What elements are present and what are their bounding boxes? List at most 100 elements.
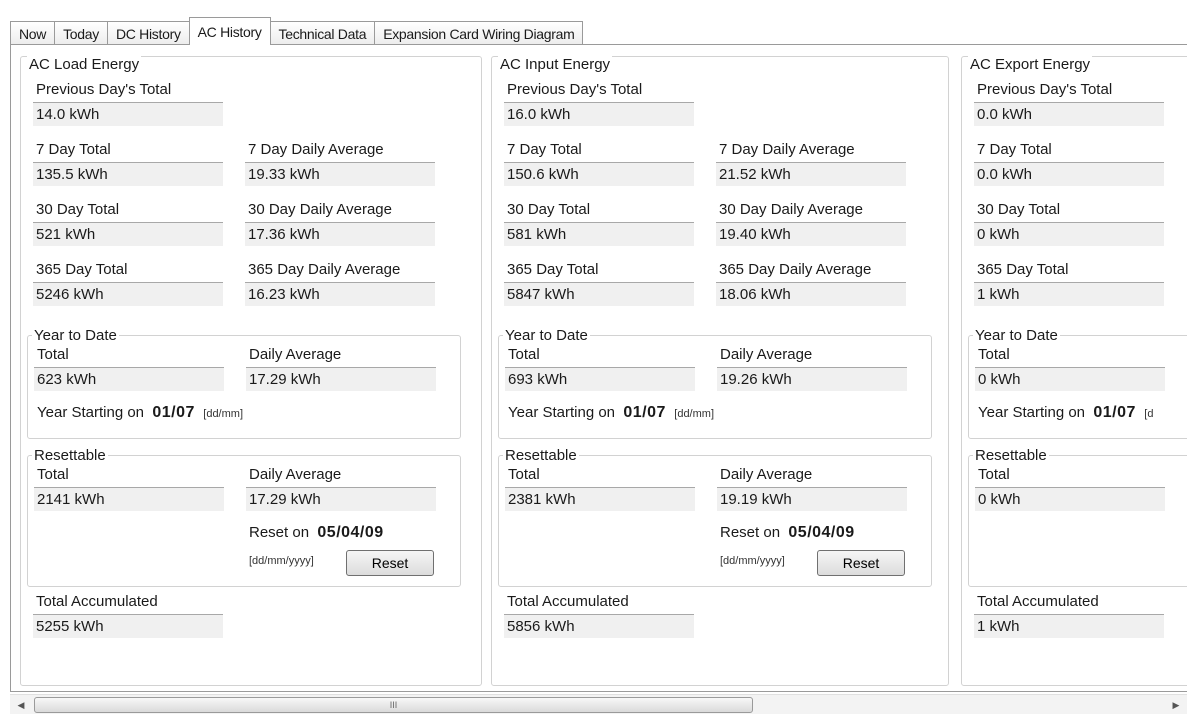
total-accumulated-label: Total Accumulated xyxy=(507,593,629,610)
tab-today[interactable]: Today xyxy=(54,21,108,45)
reset-on: Reset on 05/04/09 xyxy=(720,524,855,542)
resettable-total-value: 2381 kWh xyxy=(505,487,695,511)
year-starting-label: Year Starting on xyxy=(508,404,616,421)
year-day-total-label: 365 Day Total xyxy=(36,261,128,278)
thirty-day-total-value: 581 kWh xyxy=(504,222,694,246)
resettable-total-label: Total xyxy=(37,466,69,483)
tab-dc-history[interactable]: DC History xyxy=(106,21,190,45)
year-to-date-group: Year to Date Total 623 kWh Daily Average… xyxy=(27,327,461,439)
year-day-total-label: 365 Day Total xyxy=(977,261,1069,278)
resettable-average-value: 19.19 kWh xyxy=(717,487,907,511)
reset-button[interactable]: Reset xyxy=(817,550,905,576)
resettable-total-label: Total xyxy=(508,466,540,483)
year-to-date-group: Year to Date Total 693 kWh Daily Average… xyxy=(498,327,932,439)
year-starting-format: [d xyxy=(1144,408,1154,420)
seven-day-total-value: 0.0 kWh xyxy=(974,162,1164,186)
year-day-average-value: 16.23 kWh xyxy=(245,282,435,306)
reset-button[interactable]: Reset xyxy=(346,550,434,576)
tab-now[interactable]: Now xyxy=(10,21,56,45)
year-starting-format: [dd/mm] xyxy=(674,408,714,420)
year-to-date-title: Year to Date xyxy=(973,327,1060,344)
resettable-group: Resettable Total 2381 kWh Daily Average … xyxy=(498,447,932,587)
year-day-average-label: 365 Day Daily Average xyxy=(248,261,401,278)
scrollbar-thumb[interactable]: III xyxy=(34,697,753,713)
resettable-total-label: Total xyxy=(978,466,1010,483)
prev-day-total-value: 0.0 kWh xyxy=(974,102,1164,126)
ytd-total-value: 693 kWh xyxy=(505,367,695,391)
total-accumulated-value: 5856 kWh xyxy=(504,614,694,638)
prev-day-total-label: Previous Day's Total xyxy=(507,81,643,98)
ac-input-energy-panel: AC Input Energy Previous Day's Total 16.… xyxy=(491,56,949,686)
year-starting-label: Year Starting on xyxy=(37,404,145,421)
total-accumulated-value: 1 kWh xyxy=(974,614,1164,638)
year-day-average-value: 18.06 kWh xyxy=(716,282,906,306)
reset-date-format: [dd/mm/yyyy] xyxy=(720,555,785,567)
reset-on-label: Reset on xyxy=(249,524,310,541)
resettable-title: Resettable xyxy=(973,447,1049,464)
ytd-average-value: 17.29 kWh xyxy=(246,367,436,391)
prev-day-total-label: Previous Day's Total xyxy=(977,81,1113,98)
ac-history-page: AC Load Energy Previous Day's Total 14.0… xyxy=(10,44,1187,692)
horizontal-scrollbar[interactable]: ◀ III ▶ xyxy=(10,694,1187,714)
year-to-date-group: Year to Date Total 0 kWh Year Starting o… xyxy=(968,327,1187,439)
ytd-total-value: 623 kWh xyxy=(34,367,224,391)
seven-day-total-value: 135.5 kWh xyxy=(33,162,223,186)
thirty-day-average-label: 30 Day Daily Average xyxy=(248,201,392,218)
year-starting-on: Year Starting on 01/07 [dd/mm] xyxy=(508,404,714,422)
ac-load-energy-panel: AC Load Energy Previous Day's Total 14.0… xyxy=(20,56,482,686)
ytd-average-label: Daily Average xyxy=(720,346,813,363)
seven-day-total-label: 7 Day Total xyxy=(977,141,1052,158)
thirty-day-average-value: 17.36 kWh xyxy=(245,222,435,246)
year-starting-format: [dd/mm] xyxy=(203,408,243,420)
year-day-total-label: 365 Day Total xyxy=(507,261,599,278)
thirty-day-average-value: 19.40 kWh xyxy=(716,222,906,246)
seven-day-total-label: 7 Day Total xyxy=(507,141,582,158)
reset-on-date: 05/04/09 xyxy=(317,524,384,541)
scroll-left-icon[interactable]: ◀ xyxy=(12,695,30,715)
total-accumulated-value: 5255 kWh xyxy=(33,614,223,638)
seven-day-total-value: 150.6 kWh xyxy=(504,162,694,186)
panel-title: AC Load Energy xyxy=(27,56,142,73)
tab-expansion-card-wiring-diagram[interactable]: Expansion Card Wiring Diagram xyxy=(374,21,584,45)
year-starting-label: Year Starting on xyxy=(978,404,1086,421)
year-starting-value: 01/07 xyxy=(152,404,195,421)
resettable-title: Resettable xyxy=(503,447,579,464)
thirty-day-total-label: 30 Day Total xyxy=(36,201,120,218)
year-starting-on: Year Starting on 01/07 [dd/mm] xyxy=(37,404,243,422)
thirty-day-total-label: 30 Day Total xyxy=(977,201,1061,218)
thirty-day-total-value: 0 kWh xyxy=(974,222,1164,246)
thirty-day-total-label: 30 Day Total xyxy=(507,201,591,218)
panel-title: AC Export Energy xyxy=(968,56,1093,73)
ytd-total-value: 0 kWh xyxy=(975,367,1165,391)
ac-export-energy-panel: AC Export Energy Previous Day's Total 0.… xyxy=(961,56,1187,686)
total-accumulated-label: Total Accumulated xyxy=(36,593,158,610)
year-day-total-value: 1 kWh xyxy=(974,282,1164,306)
reset-on-label: Reset on xyxy=(720,524,781,541)
seven-day-average-label: 7 Day Daily Average xyxy=(719,141,855,158)
year-to-date-title: Year to Date xyxy=(32,327,119,344)
seven-day-total-label: 7 Day Total xyxy=(36,141,111,158)
tab-ac-history[interactable]: AC History xyxy=(188,17,271,45)
resettable-group: Resettable Total 2141 kWh Daily Average … xyxy=(27,447,461,587)
seven-day-average-value: 21.52 kWh xyxy=(716,162,906,186)
prev-day-total-value: 14.0 kWh xyxy=(33,102,223,126)
panel-title: AC Input Energy xyxy=(498,56,613,73)
resettable-title: Resettable xyxy=(32,447,108,464)
seven-day-average-label: 7 Day Daily Average xyxy=(248,141,384,158)
tab-bar: Now Today DC History AC History Technica… xyxy=(10,17,584,45)
reset-on-date: 05/04/09 xyxy=(788,524,855,541)
year-day-average-label: 365 Day Daily Average xyxy=(719,261,872,278)
scroll-right-icon[interactable]: ▶ xyxy=(1167,695,1185,715)
thirty-day-total-value: 521 kWh xyxy=(33,222,223,246)
resettable-average-label: Daily Average xyxy=(720,466,813,483)
prev-day-total-label: Previous Day's Total xyxy=(36,81,172,98)
tab-technical-data[interactable]: Technical Data xyxy=(269,21,376,45)
ytd-total-label: Total xyxy=(978,346,1010,363)
reset-date-format: [dd/mm/yyyy] xyxy=(249,555,314,567)
total-accumulated-label: Total Accumulated xyxy=(977,593,1099,610)
resettable-group: Resettable Total 0 kWh xyxy=(968,447,1187,587)
resettable-average-label: Daily Average xyxy=(249,466,342,483)
grip-icon: III xyxy=(389,700,398,710)
ytd-total-label: Total xyxy=(508,346,540,363)
year-day-total-value: 5847 kWh xyxy=(504,282,694,306)
